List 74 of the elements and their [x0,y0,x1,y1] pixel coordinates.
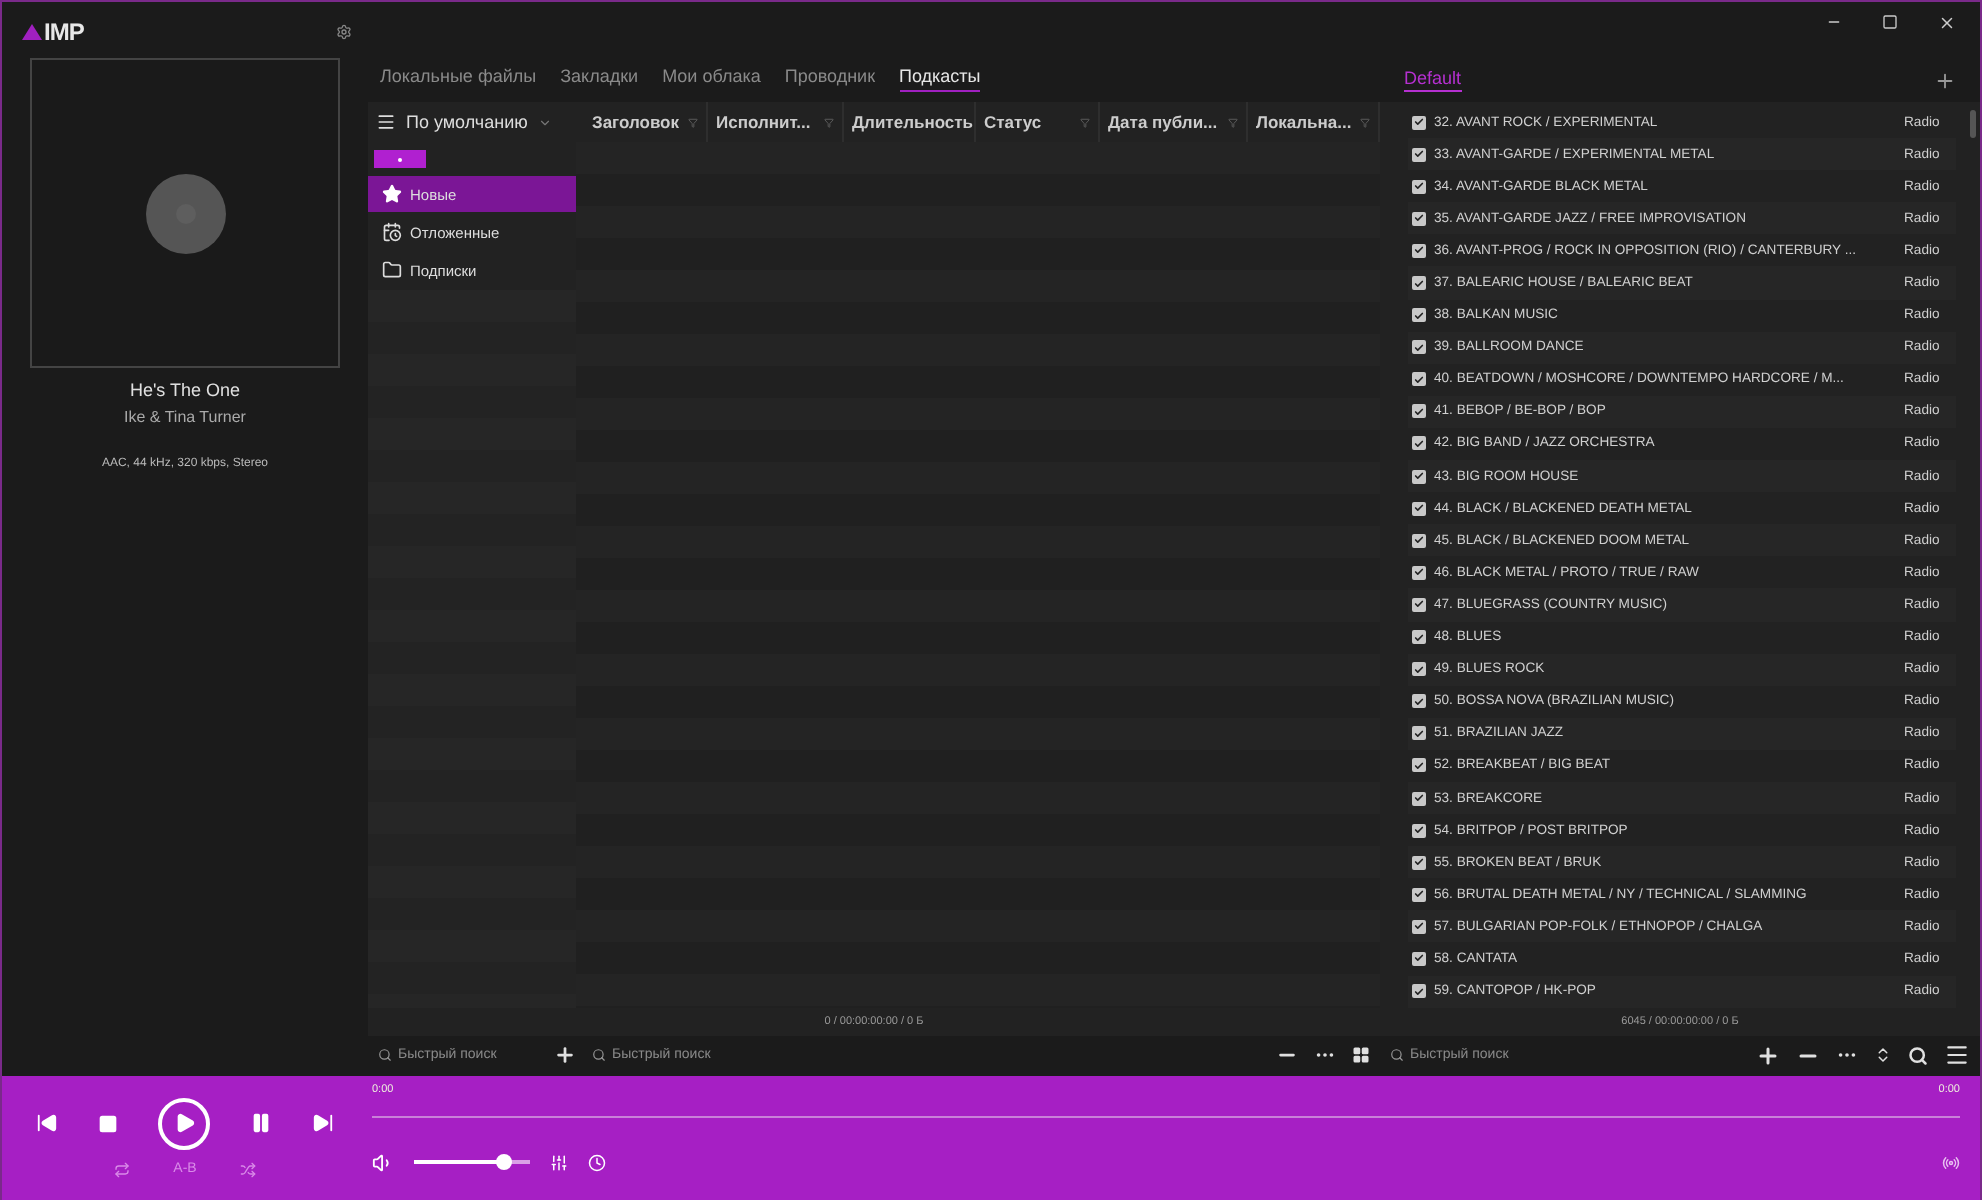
checkbox[interactable] [1412,147,1426,162]
checkbox[interactable] [1412,662,1426,677]
menu-icon [376,112,396,132]
track-artist: Ike & Tina Turner [124,408,246,426]
stop-icon[interactable] [98,1113,118,1134]
volume-slider[interactable] [414,1160,530,1165]
checkbox[interactable] [1412,436,1426,451]
checkbox[interactable] [1412,372,1426,387]
checkbox[interactable] [1412,919,1426,934]
library-tab[interactable]: Закладки [560,66,639,92]
menu-icon[interactable] [1944,1042,1970,1069]
previous-icon[interactable] [36,1112,58,1135]
equalizer-icon[interactable] [550,1153,568,1172]
checkbox[interactable] [1412,211,1426,226]
caret-icon [537,115,552,129]
calendar-icon [382,222,402,242]
search-icon [378,1048,392,1063]
search-icon [592,1048,606,1063]
play-icon [173,1112,195,1135]
search-icon[interactable] [1908,1045,1928,1066]
filter-icon [1080,117,1090,127]
clock-icon[interactable] [588,1153,606,1172]
grid-icon[interactable] [1352,1046,1370,1065]
checkbox[interactable] [1412,565,1426,580]
checkbox[interactable] [1412,404,1426,419]
checkbox[interactable] [1412,340,1426,355]
checkbox[interactable] [1412,791,1426,806]
checkbox[interactable] [1412,308,1426,323]
play-button[interactable] [158,1097,210,1150]
checkbox[interactable] [1412,726,1426,741]
next-icon[interactable] [312,1112,334,1135]
checkbox[interactable] [1412,597,1426,612]
scrollbar [1970,110,1976,138]
checkbox[interactable] [1412,887,1426,902]
disc-icon [145,173,225,253]
logo: IMP [22,18,84,46]
search-icon [1390,1048,1404,1063]
checkbox[interactable] [1412,276,1426,291]
checkbox[interactable] [1412,533,1426,548]
checkbox[interactable] [1412,823,1426,838]
checkbox[interactable] [1412,630,1426,645]
checkbox[interactable] [1412,984,1426,999]
checkbox[interactable] [1412,501,1426,516]
checkbox[interactable] [1412,469,1426,484]
library-tab[interactable]: Мои облака [662,66,761,92]
checkbox[interactable] [1412,115,1426,130]
filter-icon [1228,117,1238,127]
add-playlist-icon[interactable] [1934,70,1956,92]
library-tab[interactable]: Локальные файлы [380,66,537,92]
settings-icon[interactable] [336,24,352,40]
maximize-icon[interactable] [1882,14,1898,30]
filter-icon [1360,117,1370,127]
checkbox[interactable] [1412,758,1426,773]
filter-icon [824,117,834,127]
checkbox[interactable] [1412,243,1426,258]
folder-icon [382,260,402,280]
library-tab[interactable]: Подкасты [899,66,981,92]
filter-icon [688,117,698,127]
sort-dropdown[interactable]: По умолчанию [376,112,584,132]
checkbox[interactable] [1412,951,1426,966]
add-icon[interactable] [1756,1043,1780,1068]
close-icon[interactable] [1938,14,1956,32]
checkbox[interactable] [1412,855,1426,870]
playlist-tab[interactable]: Default [1404,68,1462,92]
broadcast-icon[interactable] [1942,1153,1960,1172]
sort-icon[interactable] [1874,1046,1892,1065]
add-icon[interactable] [554,1044,576,1067]
checkbox[interactable] [1412,694,1426,709]
volume-icon[interactable] [372,1151,394,1174]
pause-icon[interactable] [250,1112,272,1135]
track-title: He's The One [129,380,241,400]
checkbox[interactable] [1412,179,1426,194]
library-tab[interactable]: Проводник [784,66,876,92]
star-icon [382,184,402,204]
